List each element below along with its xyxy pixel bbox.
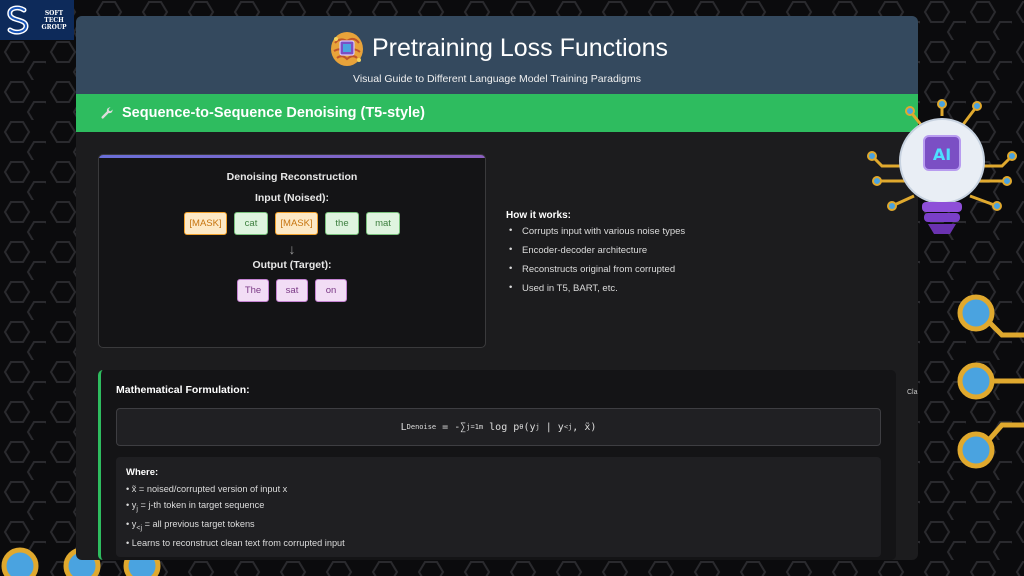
input-token: mat [366, 212, 400, 235]
list-item: Used in T5, BART, etc. [506, 282, 806, 294]
input-token: cat [234, 212, 268, 235]
section-title: Sequence-to-Sequence Denoising (T5-style… [122, 105, 425, 121]
formula-part: (y [523, 421, 536, 433]
main-panel: Pretraining Loss Functions Visual Guide … [76, 16, 918, 560]
logo-s-icon [7, 5, 29, 35]
denoising-demo-card: Denoising Reconstruction Input (Noised):… [98, 154, 486, 348]
where-title: Where: [126, 467, 159, 478]
where-text: • y [126, 518, 137, 529]
where-item: • y<j = all previous target tokens [126, 519, 871, 532]
logo-text: SOFT TECH GROUP [41, 9, 67, 31]
formula-part: | y [539, 421, 564, 433]
page-subtitle: Visual Guide to Different Language Model… [353, 73, 641, 85]
clipped-label: Cla [907, 389, 918, 396]
how-it-works: How it works: Corrupts input with variou… [506, 210, 806, 302]
input-token: the [325, 212, 359, 235]
math-card: Mathematical Formulation: L Denoise = -∑ j… [98, 370, 896, 560]
where-box: Where: • x̃ = noised/corrupted version o… [116, 457, 881, 557]
where-item: • yj = j-th token in target sequence [126, 500, 871, 513]
where-text: • y [126, 500, 137, 510]
input-token: [MASK] [275, 212, 318, 235]
formula-part: log p [483, 421, 520, 433]
formula-part: j=1 [466, 423, 479, 431]
where-text: = all previous target tokens [142, 518, 255, 529]
page-header: Pretraining Loss Functions Visual Guide … [76, 16, 918, 94]
input-tokens: [MASK] cat [MASK] the mat [99, 212, 485, 235]
input-label: Input (Noised): [254, 192, 330, 204]
circuit-decoration-right [957, 294, 1024, 469]
down-arrow-icon: ↓ [288, 241, 296, 257]
section-header: Sequence-to-Sequence Denoising (T5-style… [76, 94, 918, 132]
title-row: Pretraining Loss Functions [326, 27, 668, 69]
output-token: on [315, 279, 347, 302]
wrench-icon [101, 107, 113, 119]
ai-lightbulb-icon: AI [867, 99, 1017, 234]
input-token: [MASK] [184, 212, 227, 235]
where-item: • Learns to reconstruct clean text from … [126, 538, 871, 548]
formula-part: , x̃) [572, 421, 597, 433]
content-area: Denoising Reconstruction Input (Noised):… [76, 132, 918, 560]
card-accent-line [99, 155, 485, 158]
how-title: How it works: [506, 210, 572, 221]
where-text: • x̃ = noised/corrupted version of input… [126, 484, 288, 494]
how-list: Corrupts input with various noise types … [506, 225, 806, 294]
formula-part: Denoise [406, 423, 437, 431]
where-text: = j-th token in target sequence [137, 500, 265, 510]
page-title: Pretraining Loss Functions [372, 33, 668, 62]
list-item: Encoder-decoder architecture [506, 244, 806, 256]
ai-label: AI [933, 145, 951, 164]
list-item: Reconstructs original from corrupted [506, 263, 806, 275]
math-title: Mathematical Formulation: [116, 384, 250, 396]
output-label: Output (Target): [252, 259, 332, 271]
formula-box: L Denoise = -∑ j=1 m log p θ (y j | y <j, x̃) [116, 408, 881, 446]
where-text: • Learns to reconstruct clean text from … [126, 537, 345, 548]
output-tokens: The sat on [99, 279, 485, 302]
formula-part: = -∑ [436, 421, 467, 433]
demo-title: Denoising Reconstruction [226, 171, 358, 183]
where-item: • x̃ = noised/corrupted version of input… [126, 484, 871, 494]
output-token: The [237, 279, 269, 302]
brand-logo: SOFT TECH GROUP [0, 0, 74, 40]
brain-chip-icon [331, 32, 363, 66]
output-token: sat [276, 279, 308, 302]
formula-part: <j [563, 423, 573, 431]
list-item: Corrupts input with various noise types [506, 225, 806, 237]
